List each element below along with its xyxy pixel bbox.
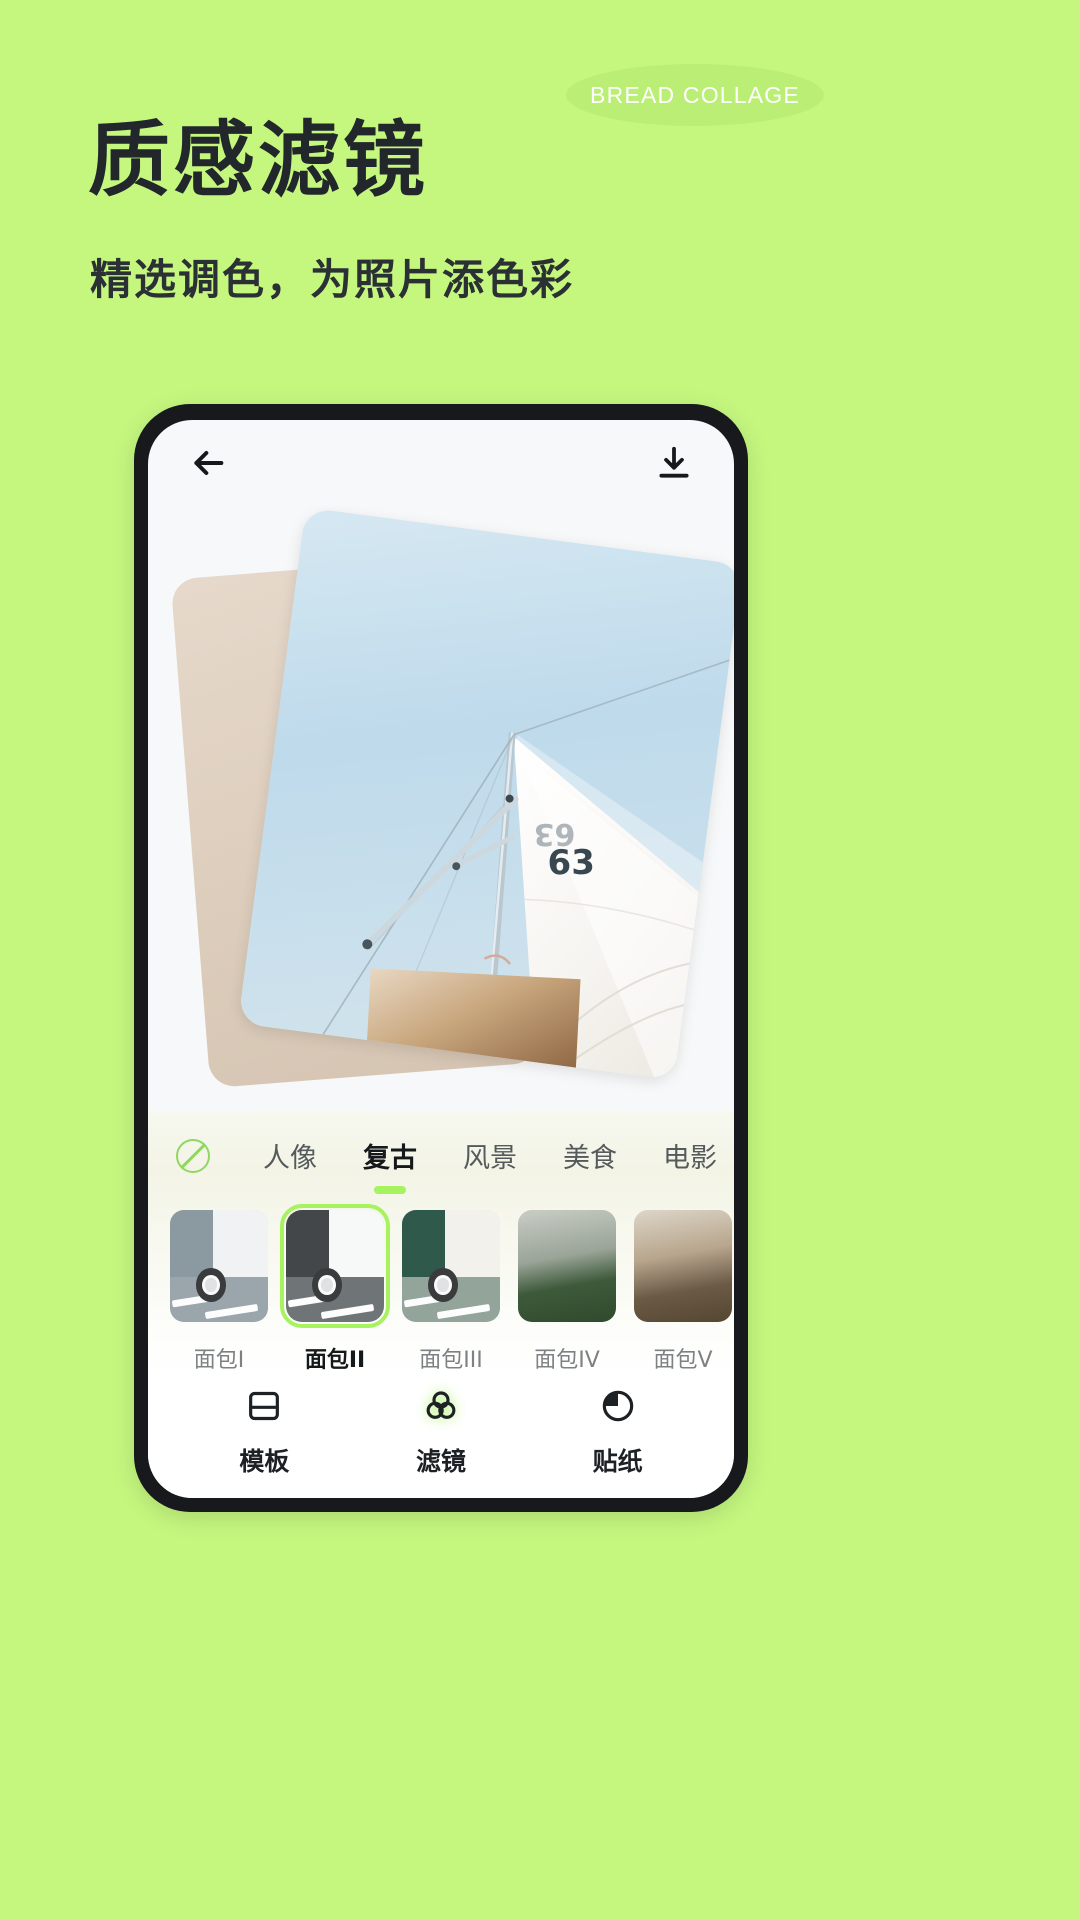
- filter-tab-label: 人像: [263, 1143, 317, 1174]
- filter-thumb-3[interactable]: 面包III: [402, 1210, 500, 1374]
- filter-thumb-1[interactable]: 面包I: [170, 1210, 268, 1374]
- brand-badge-label: BREAD COLLAGE: [590, 81, 800, 108]
- bottom-nav[interactable]: 模板 滤镜 贴纸: [148, 1374, 734, 1498]
- filter-thumb-4[interactable]: 面包IV: [518, 1210, 616, 1374]
- filter-thumb-label: 面包II: [304, 1348, 366, 1373]
- filter-thumb-label: 面包I: [193, 1348, 245, 1373]
- collage-card-front[interactable]: 63 63: [237, 507, 734, 1081]
- nav-item-label: 模板: [239, 1447, 290, 1476]
- tab-underline: [177, 1184, 209, 1192]
- filter-tab-label: 复古: [363, 1143, 417, 1174]
- filter-thumb-label: 面包IV: [534, 1348, 600, 1373]
- nav-item-template[interactable]: 模板: [239, 1386, 289, 1478]
- filter-tab-retro[interactable]: 复古: [340, 1136, 440, 1194]
- phone-screen: 63 63 人像 复古 风景 美食 电影 面包I 面包II 面包III 面包IV…: [148, 420, 734, 1498]
- filter-category-tabs[interactable]: 人像 复古 风景 美食 电影: [148, 1126, 734, 1194]
- filter-tab-none[interactable]: [170, 1138, 240, 1192]
- filter-thumb-label: 面包V: [653, 1348, 713, 1373]
- photo-canvas[interactable]: 63 63: [148, 506, 734, 1112]
- filter-tab-food[interactable]: 美食: [540, 1136, 640, 1194]
- filter-thumbnail-list[interactable]: 面包I 面包II 面包III 面包IV 面包V: [148, 1194, 734, 1374]
- van-preview-art: [170, 1210, 268, 1322]
- filter-thumb-2[interactable]: 面包II: [280, 1204, 390, 1374]
- nav-item-sticker[interactable]: 贴纸: [593, 1386, 643, 1478]
- filter-thumb-label: 面包III: [419, 1348, 483, 1373]
- page-subtitle: 精选调色，为照片添色彩: [90, 255, 575, 304]
- arrow-left-icon: [194, 451, 224, 475]
- tab-underline: [674, 1186, 706, 1194]
- back-button[interactable]: [188, 443, 228, 483]
- brand-badge: BREAD COLLAGE: [566, 64, 824, 126]
- filter-thumb-image[interactable]: [280, 1204, 390, 1328]
- tab-underline: [574, 1186, 606, 1194]
- page-title: 质感滤镜: [88, 113, 429, 208]
- filter-tab-label: 电影: [663, 1143, 717, 1174]
- sticker-pie-icon: [598, 1386, 638, 1431]
- tab-underline-active: [374, 1186, 406, 1194]
- nav-item-label: 滤镜: [415, 1447, 466, 1476]
- template-grid-icon: [244, 1386, 284, 1431]
- filter-tab-movie[interactable]: 电影: [640, 1136, 734, 1194]
- nav-item-label: 贴纸: [592, 1447, 643, 1476]
- phone-mockup: 63 63 人像 复古 风景 美食 电影 面包I 面包II 面包III 面包IV…: [134, 404, 748, 1512]
- download-icon: [659, 446, 689, 478]
- van-preview-art: [286, 1210, 384, 1322]
- app-topbar: [148, 420, 734, 506]
- no-filter-icon: [176, 1138, 210, 1173]
- filter-thumb-image[interactable]: [402, 1210, 500, 1322]
- filter-circles-icon: [421, 1386, 461, 1431]
- filter-thumb-image[interactable]: [518, 1210, 616, 1322]
- filter-tab-label: 美食: [563, 1143, 617, 1174]
- van-preview-art: [634, 1210, 732, 1322]
- filter-thumb-5[interactable]: 面包V: [634, 1210, 732, 1374]
- tab-underline: [474, 1186, 506, 1194]
- filter-panel: 人像 复古 风景 美食 电影 面包I 面包II 面包III 面包IV 面包V: [148, 1112, 734, 1374]
- nav-item-filter[interactable]: 滤镜: [416, 1386, 466, 1478]
- download-button[interactable]: [654, 443, 694, 483]
- svg-text:63: 63: [547, 843, 595, 883]
- filter-thumb-image[interactable]: [170, 1210, 268, 1322]
- filter-tab-portrait[interactable]: 人像: [240, 1136, 340, 1194]
- filter-tab-landscape[interactable]: 风景: [440, 1136, 540, 1194]
- van-preview-art: [518, 1210, 616, 1322]
- van-preview-art: [402, 1210, 500, 1322]
- filter-tab-label: 风景: [463, 1143, 517, 1174]
- filter-thumb-image[interactable]: [634, 1210, 732, 1322]
- tab-underline: [274, 1186, 306, 1194]
